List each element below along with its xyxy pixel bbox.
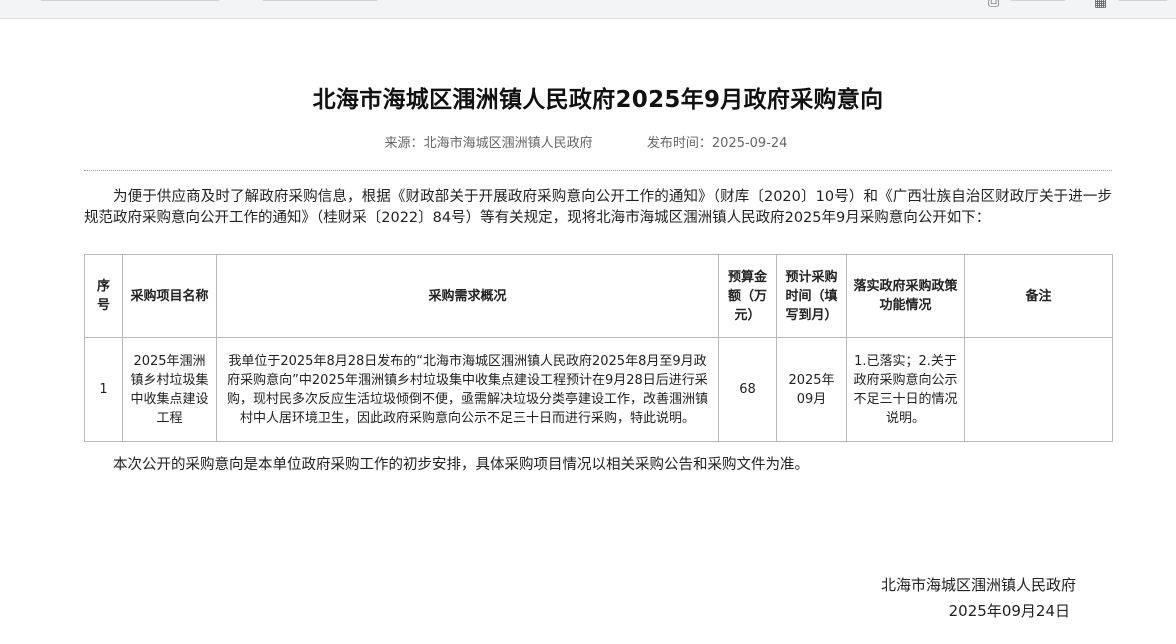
cell-policy: 1.已落实；2.关于政府采购意向公示不足三十日的情况说明。 <box>846 337 965 442</box>
cell-budget: 68 <box>718 337 777 442</box>
toolbar-text-fragment <box>1010 0 1066 1</box>
header-index: 序号 <box>84 254 123 338</box>
source-label: 来源： <box>384 136 424 151</box>
header-policy: 落实政府采购政策功能情况 <box>846 254 965 338</box>
source-value: 北海市海城区涠洲镇人民政府 <box>423 136 593 151</box>
header-budget: 预算金额（万元） <box>718 254 777 338</box>
tab-text-fragment <box>40 0 220 1</box>
dotted-divider <box>84 170 1112 171</box>
header-summary: 采购需求概况 <box>216 254 719 338</box>
tab-text-fragment <box>262 0 378 1</box>
cell-summary: 我单位于2025年8月28日发布的“北海市海城区涠洲镇人民政府2025年8月至9… <box>216 337 719 442</box>
cell-time: 2025年09月 <box>776 337 847 442</box>
grid-icon[interactable]: ▦ <box>1094 0 1107 10</box>
table-row: 1 2025年涠洲镇乡村垃圾集中收集点建设工程 我单位于2025年8月28日发布… <box>84 337 1113 442</box>
toolbar-text-fragment <box>1118 0 1168 1</box>
signature-org: 北海市海城区涠洲镇人民政府 <box>880 576 1076 594</box>
cell-remark <box>964 337 1113 442</box>
intro-paragraph: 为便于供应商及时了解政府采购信息，根据《财政部关于开展政府采购意向公开工作的通知… <box>84 189 1112 226</box>
article-meta: 来源：北海市海城区涠洲镇人民政府 发布时间：2025-09-24 <box>0 132 1172 151</box>
header-project-name: 采购项目名称 <box>122 254 217 338</box>
table-header-row: 序号 采购项目名称 采购需求概况 预算金额（万元） 预计采购时间（填写到月） 落… <box>84 254 1113 338</box>
page-title: 北海市海城区涠洲镇人民政府2025年9月政府采购意向 <box>312 87 884 113</box>
cell-project-name: 2025年涠洲镇乡村垃圾集中收集点建设工程 <box>122 337 217 442</box>
cell-index: 1 <box>84 337 123 442</box>
header-time: 预计采购时间（填写到月） <box>776 254 847 338</box>
procurement-table: 序号 采购项目名称 采购需求概况 预算金额（万元） 预计采购时间（填写到月） 落… <box>84 254 1113 442</box>
header-remark: 备注 <box>964 254 1113 338</box>
publish-label: 发布时间： <box>646 136 712 151</box>
print-icon[interactable]: ⎙ <box>988 0 999 10</box>
footnote-paragraph: 本次公开的采购意向是本单位政府采购工作的初步安排，具体采购项目情况以相关采购公告… <box>113 457 809 473</box>
signature-date: 2025年09月24日 <box>948 602 1070 620</box>
browser-toolbar-strip: ⎙ ▦ <box>0 0 1176 19</box>
publish-time: 2025-09-24 <box>711 136 788 151</box>
